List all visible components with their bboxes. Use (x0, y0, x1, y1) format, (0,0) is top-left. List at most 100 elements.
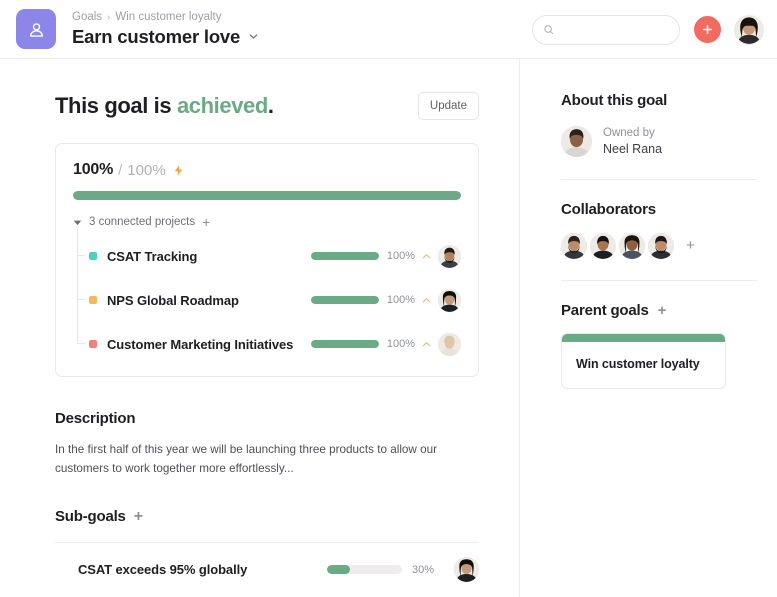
parent-goals-title: Parent goals + (561, 302, 757, 319)
chevron-up-icon (421, 339, 432, 350)
project-color-dot (89, 296, 97, 304)
avatar-cmi-owner[interactable] (438, 333, 461, 356)
subgoals-section: Sub-goals + CSAT exceeds 95% globally 30% (55, 508, 479, 596)
project-progress: 100% (311, 245, 461, 268)
chevron-down-icon[interactable] (247, 30, 260, 43)
page-title-text: Earn customer love (72, 25, 240, 49)
create-button[interactable] (694, 16, 721, 43)
parent-goal-progress-bar (562, 334, 725, 342)
description-title: Description (55, 410, 479, 427)
collaborators-block: Collaborators + (561, 201, 757, 259)
parent-goals-list: Win customer loyalty (561, 333, 757, 389)
connected-project-row[interactable]: NPS Global Roadmap100% (89, 278, 461, 322)
progress-numbers: 100% / 100% (73, 161, 461, 179)
subgoal-progress-bar (327, 565, 402, 574)
add-subgoal-button[interactable]: + (134, 512, 143, 522)
project-percent: 100% (385, 294, 415, 306)
connected-projects-list: CSAT Tracking100%NPS Global Roadmap100%C… (73, 234, 461, 366)
connected-project-row[interactable]: CSAT Tracking100% (89, 234, 461, 278)
plus-icon (701, 23, 714, 36)
project-percent: 100% (385, 250, 415, 262)
avatar-collab-3[interactable] (619, 233, 645, 259)
chevron-up-icon (421, 251, 432, 262)
description-text: In the first half of this year we will b… (55, 440, 455, 478)
breadcrumb: Goals › Win customer loyalty (72, 10, 260, 25)
connected-projects-header[interactable]: 3 connected projects + (73, 216, 461, 228)
project-progress-fill (311, 252, 379, 260)
avatar-csat-owner[interactable] (438, 245, 461, 268)
subgoal-progress-fill (327, 565, 350, 574)
collaborators-title: Collaborators (561, 201, 757, 218)
sidebar-divider-2 (561, 280, 757, 281)
search-icon (543, 23, 554, 36)
caret-down-icon[interactable] (73, 218, 82, 227)
header-titles: Goals › Win customer loyalty Earn custom… (72, 10, 260, 49)
add-parent-goal-button[interactable]: + (658, 306, 667, 316)
project-color-dot (89, 252, 97, 260)
status-suffix: . (268, 93, 274, 118)
avatar-collab-2[interactable] (590, 233, 616, 259)
top-bar-actions (532, 0, 763, 59)
project-progress: 100% (311, 333, 461, 356)
avatar-neel-rana[interactable] (561, 126, 592, 157)
goal-target-icon-glyph (26, 19, 47, 40)
subgoal-progress: 30% (327, 557, 479, 582)
parent-goals-block: Parent goals + Win customer loyalty (561, 302, 757, 389)
lightning-bolt-icon (172, 164, 185, 177)
search-box[interactable] (532, 15, 680, 45)
status-state: achieved (177, 93, 268, 118)
search-input[interactable] (561, 23, 669, 37)
update-button[interactable]: Update (418, 92, 479, 120)
subgoals-title-text: Sub-goals (55, 508, 126, 525)
page-body: This goal is achieved. Update 100% / 100… (0, 59, 777, 597)
project-percent: 100% (385, 338, 415, 350)
parent-goals-title-text: Parent goals (561, 302, 649, 319)
parent-goal-card[interactable]: Win customer loyalty (561, 333, 726, 389)
project-progress-fill (311, 296, 379, 304)
goal-progress-bar (73, 191, 461, 200)
add-connected-project-button[interactable]: + (202, 217, 210, 227)
project-name: Customer Marketing Initiatives (107, 337, 293, 352)
connected-projects-label: 3 connected projects (89, 216, 195, 228)
project-progress-fill (311, 340, 379, 348)
subgoal-name: CSAT exceeds 95% globally (78, 562, 247, 577)
owner-name: Neel Rana (603, 141, 662, 158)
owner-text: Owned by Neel Rana (603, 125, 662, 158)
subgoal-percent: 30% (412, 564, 444, 576)
about-title: About this goal (561, 92, 757, 109)
progress-separator: / (118, 162, 122, 179)
progress-card: 100% / 100% 3 connected projects + CSAT … (55, 143, 479, 377)
parent-goal-name: Win customer loyalty (562, 342, 725, 388)
breadcrumb-current[interactable]: Win customer loyalty (115, 10, 221, 25)
project-progress-bar (311, 252, 379, 260)
project-progress-bar (311, 296, 379, 304)
avatar-subgoal-owner[interactable] (454, 557, 479, 582)
owned-by-label: Owned by (603, 125, 662, 141)
goal-target-icon[interactable] (16, 9, 56, 49)
add-collaborator-button[interactable]: + (686, 241, 695, 251)
status-row: This goal is achieved. Update (55, 92, 479, 120)
avatar-nps-owner[interactable] (438, 289, 461, 312)
project-progress-bar (311, 340, 379, 348)
goal-owner[interactable]: Owned by Neel Rana (561, 125, 757, 158)
breadcrumb-root[interactable]: Goals (72, 10, 102, 25)
goal-progress-fill (73, 191, 461, 200)
progress-current: 100% (73, 161, 113, 179)
chevron-up-icon (421, 295, 432, 306)
collaborators-avatars: + (561, 233, 757, 259)
main-column: This goal is achieved. Update 100% / 100… (0, 59, 519, 597)
project-color-dot (89, 340, 97, 348)
progress-target: 100% (127, 162, 165, 179)
subgoal-row[interactable]: CSAT exceeds 95% globally 30% (55, 542, 479, 596)
user-avatar[interactable] (735, 16, 763, 44)
breadcrumb-separator-icon: › (107, 10, 110, 25)
about-block: About this goal Owned by Neel Rana (561, 92, 757, 158)
avatar-collab-4[interactable] (648, 233, 674, 259)
description-section: Description In the first half of this ye… (55, 410, 479, 478)
connected-project-row[interactable]: Customer Marketing Initiatives 100% (89, 322, 461, 366)
avatar-collab-1[interactable] (561, 233, 587, 259)
page-title: Earn customer love (72, 25, 260, 49)
top-bar: Goals › Win customer loyalty Earn custom… (0, 0, 777, 59)
subgoals-title: Sub-goals + (55, 508, 479, 525)
sidebar-divider-1 (561, 179, 757, 180)
